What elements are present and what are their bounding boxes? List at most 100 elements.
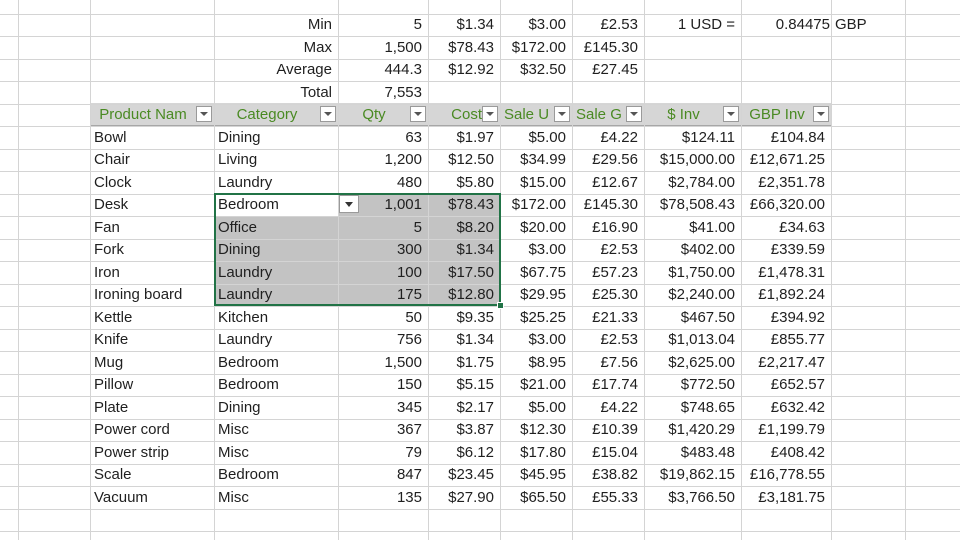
table-cell[interactable]: $19,862.15 xyxy=(644,464,741,486)
table-cell[interactable]: $78,508.43 xyxy=(644,194,741,216)
table-cell[interactable]: $5.00 xyxy=(500,127,572,149)
table-cell[interactable]: £394.92 xyxy=(741,307,831,329)
table-cell[interactable]: £66,320.00 xyxy=(741,194,831,216)
table-cell[interactable]: £16,778.55 xyxy=(741,464,831,486)
table-cell[interactable]: Dining xyxy=(214,397,338,419)
table-cell[interactable]: 1,200 xyxy=(338,149,428,171)
table-cell[interactable]: $5.15 xyxy=(428,374,500,396)
table-cell[interactable]: £12.67 xyxy=(572,172,644,194)
summary-qty[interactable]: 1,500 xyxy=(338,37,428,59)
table-cell[interactable]: $1.75 xyxy=(428,352,500,374)
table-cell[interactable]: £3,181.75 xyxy=(741,487,831,509)
summary-cost[interactable]: $78.43 xyxy=(428,37,500,59)
table-cell[interactable]: £16.90 xyxy=(572,217,644,239)
table-cell[interactable]: Bowl xyxy=(90,127,214,149)
table-cell[interactable]: Plate xyxy=(90,397,214,419)
table-cell[interactable]: $1.97 xyxy=(428,127,500,149)
table-cell[interactable]: Bedroom xyxy=(214,352,338,374)
table-cell[interactable]: Power strip xyxy=(90,442,214,464)
table-cell[interactable]: $65.50 xyxy=(500,487,572,509)
table-cell[interactable]: £15.04 xyxy=(572,442,644,464)
column-header[interactable]: GBP Inv xyxy=(741,104,813,126)
summary-label[interactable]: Average xyxy=(214,59,338,81)
table-cell[interactable]: $3.00 xyxy=(500,239,572,261)
summary-cost[interactable]: $12.92 xyxy=(428,59,500,81)
table-cell[interactable]: $5.00 xyxy=(500,397,572,419)
table-cell[interactable]: Ironing board xyxy=(90,284,214,306)
table-cell[interactable]: $8.95 xyxy=(500,352,572,374)
table-cell[interactable]: 480 xyxy=(338,172,428,194)
table-cell[interactable]: Scale xyxy=(90,464,214,486)
table-cell[interactable]: Misc xyxy=(214,419,338,441)
table-cell[interactable]: £2,351.78 xyxy=(741,172,831,194)
table-cell[interactable]: 150 xyxy=(338,374,428,396)
dropdown-button[interactable] xyxy=(339,195,359,213)
table-cell[interactable]: $12.30 xyxy=(500,419,572,441)
table-cell[interactable]: $41.00 xyxy=(644,217,741,239)
table-cell[interactable]: Laundry xyxy=(214,172,338,194)
filter-dropdown-icon[interactable] xyxy=(626,106,642,122)
table-cell[interactable]: $1,013.04 xyxy=(644,329,741,351)
summary-label[interactable]: Min xyxy=(214,14,338,36)
table-cell[interactable]: Pillow xyxy=(90,374,214,396)
table-cell[interactable]: Desk xyxy=(90,194,214,216)
summary-sale-gbp[interactable]: £145.30 xyxy=(572,37,644,59)
column-header[interactable]: Cost xyxy=(428,104,482,126)
table-cell[interactable]: Vacuum xyxy=(90,487,214,509)
summary-label[interactable]: Total xyxy=(214,82,338,104)
column-header[interactable]: Category xyxy=(214,104,320,126)
table-cell[interactable]: $3,766.50 xyxy=(644,487,741,509)
table-cell[interactable]: $5.80 xyxy=(428,172,500,194)
table-cell[interactable]: £4.22 xyxy=(572,127,644,149)
summary-sale-usd[interactable]: $3.00 xyxy=(500,14,572,36)
table-cell[interactable]: $23.45 xyxy=(428,464,500,486)
table-cell[interactable]: Mug xyxy=(90,352,214,374)
table-cell[interactable]: $20.00 xyxy=(500,217,572,239)
table-cell[interactable]: $483.48 xyxy=(644,442,741,464)
column-header[interactable]: $ Inv xyxy=(644,104,723,126)
summary-label[interactable]: Max xyxy=(214,37,338,59)
filter-dropdown-icon[interactable] xyxy=(320,106,336,122)
table-cell[interactable]: $3.00 xyxy=(500,329,572,351)
table-cell[interactable]: £632.42 xyxy=(741,397,831,419)
table-cell[interactable]: Bedroom xyxy=(214,464,338,486)
exchange-currency[interactable]: GBP xyxy=(831,14,905,36)
spreadsheet-grid[interactable]: Min 5 $1.34 $3.00 £2.53 Max 1,500 $78.43 $172.00… xyxy=(0,0,960,540)
table-cell[interactable]: £17.74 xyxy=(572,374,644,396)
table-cell[interactable]: Dining xyxy=(214,127,338,149)
exchange-label[interactable]: 1 USD = xyxy=(644,14,741,36)
table-cell[interactable]: £12,671.25 xyxy=(741,149,831,171)
table-cell[interactable]: 63 xyxy=(338,127,428,149)
table-cell[interactable]: $1,750.00 xyxy=(644,262,741,284)
table-cell[interactable]: $15,000.00 xyxy=(644,149,741,171)
table-cell[interactable]: £57.23 xyxy=(572,262,644,284)
table-cell[interactable]: $2,625.00 xyxy=(644,352,741,374)
table-cell[interactable]: $29.95 xyxy=(500,284,572,306)
summary-qty[interactable]: 7,553 xyxy=(338,82,428,104)
table-cell[interactable]: Chair xyxy=(90,149,214,171)
table-cell[interactable]: £10.39 xyxy=(572,419,644,441)
table-cell[interactable]: $1.34 xyxy=(428,329,500,351)
table-cell[interactable]: £1,892.24 xyxy=(741,284,831,306)
column-header[interactable]: Product Nam xyxy=(90,104,196,126)
table-cell[interactable]: Misc xyxy=(214,487,338,509)
filter-dropdown-icon[interactable] xyxy=(196,106,212,122)
fill-handle[interactable] xyxy=(497,302,504,309)
table-cell[interactable]: Power cord xyxy=(90,419,214,441)
table-cell[interactable]: 847 xyxy=(338,464,428,486)
table-cell[interactable]: $25.25 xyxy=(500,307,572,329)
table-cell[interactable]: Knife xyxy=(90,329,214,351)
summary-qty[interactable]: 5 xyxy=(338,14,428,36)
filter-dropdown-icon[interactable] xyxy=(813,106,829,122)
table-cell[interactable]: £2.53 xyxy=(572,239,644,261)
table-cell[interactable]: £29.56 xyxy=(572,149,644,171)
table-cell[interactable]: 135 xyxy=(338,487,428,509)
table-cell[interactable]: $772.50 xyxy=(644,374,741,396)
table-cell[interactable]: $1,420.29 xyxy=(644,419,741,441)
table-cell[interactable]: $27.90 xyxy=(428,487,500,509)
table-cell[interactable]: $9.35 xyxy=(428,307,500,329)
table-cell[interactable]: Misc xyxy=(214,442,338,464)
filter-dropdown-icon[interactable] xyxy=(482,106,498,122)
column-header[interactable]: Sale G xyxy=(572,104,626,126)
column-header[interactable]: Sale U xyxy=(500,104,554,126)
